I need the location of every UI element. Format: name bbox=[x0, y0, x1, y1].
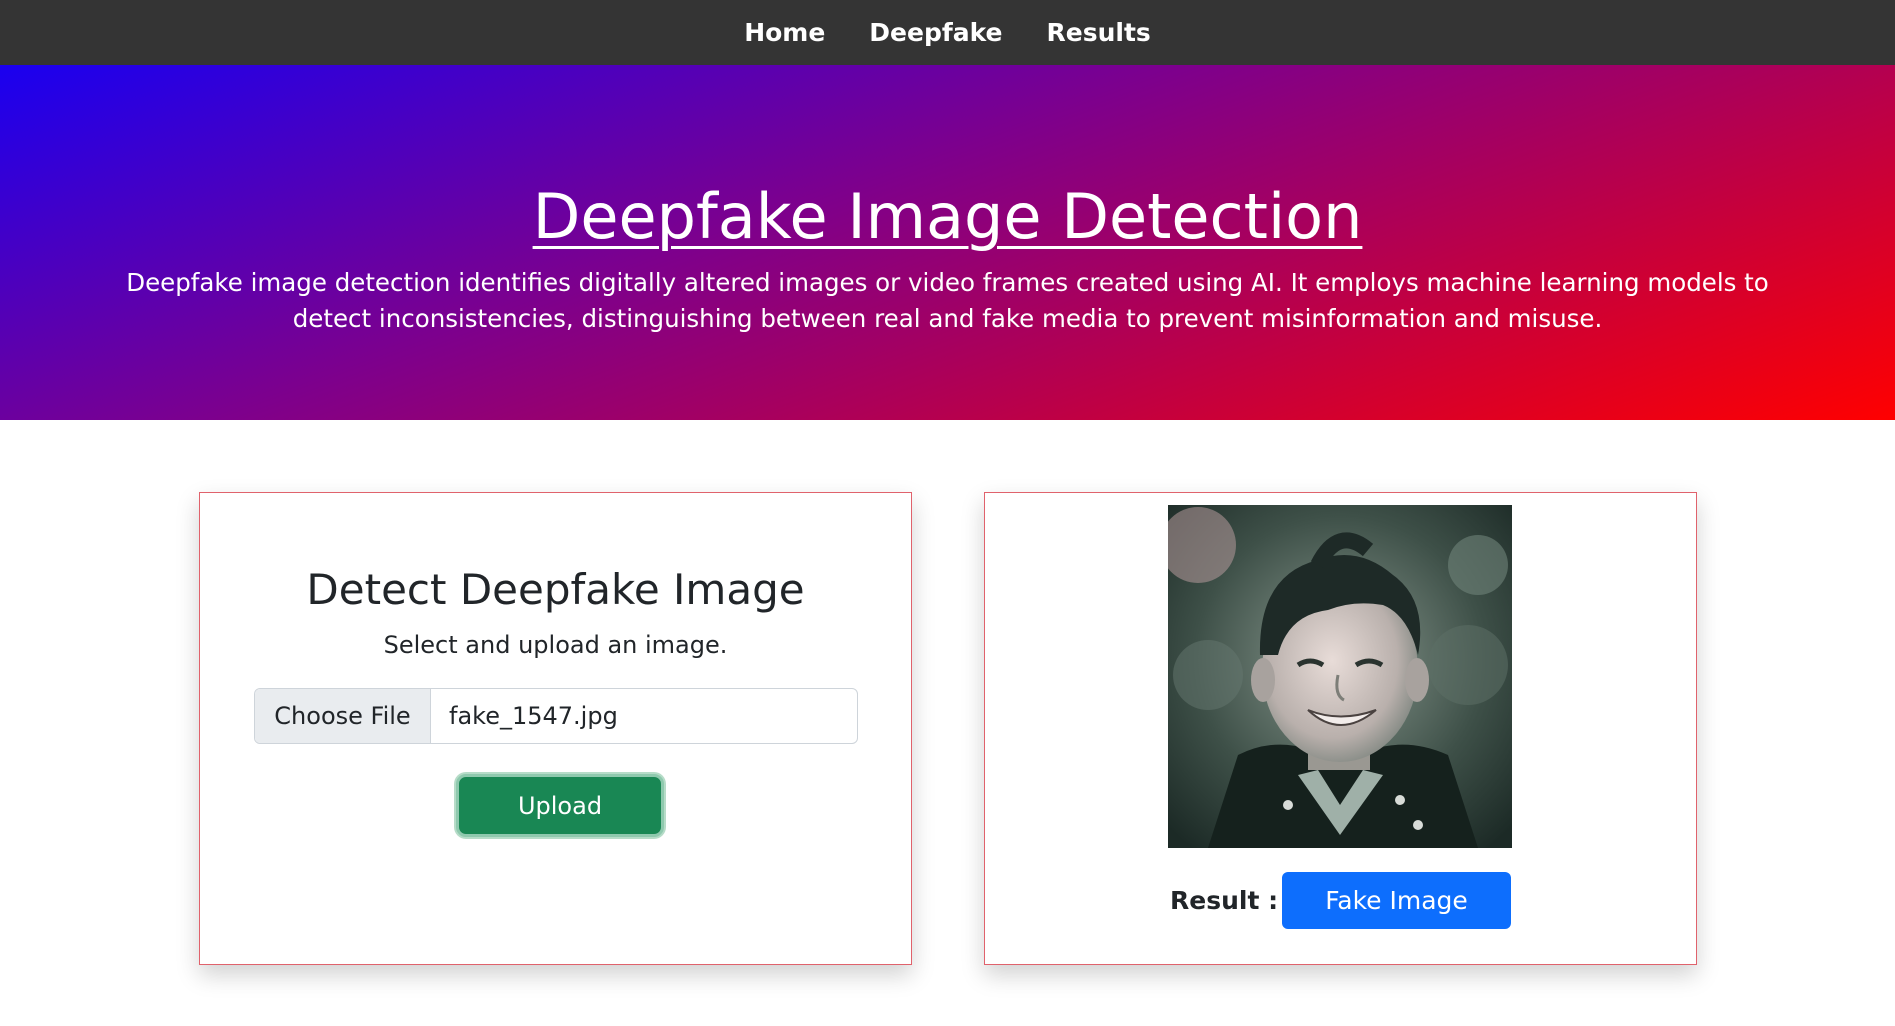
nav-home-link[interactable]: Home bbox=[744, 18, 825, 47]
selected-file-name: fake_1547.jpg bbox=[449, 702, 618, 730]
upload-button[interactable]: Upload bbox=[456, 774, 664, 837]
result-label: Result : bbox=[1170, 886, 1279, 915]
result-card: Result : Fake Image bbox=[984, 492, 1697, 965]
choose-file-button[interactable]: Choose File bbox=[255, 689, 431, 743]
hero-banner: Deepfake Image Detection Deepfake image … bbox=[0, 65, 1895, 420]
nav-results-link[interactable]: Results bbox=[1047, 18, 1151, 47]
hero-description: Deepfake image detection identifies digi… bbox=[126, 268, 1769, 333]
upload-card: Detect Deepfake Image Select and upload … bbox=[199, 492, 912, 965]
nav-links: Home Deepfake Results bbox=[722, 18, 1173, 47]
nav-deepfake-link[interactable]: Deepfake bbox=[869, 18, 1002, 47]
uploaded-image bbox=[1168, 505, 1512, 848]
top-navbar: Home Deepfake Results bbox=[0, 0, 1895, 65]
result-badge[interactable]: Fake Image bbox=[1282, 872, 1511, 929]
upload-card-title: Detect Deepfake Image bbox=[306, 565, 805, 614]
upload-card-subtitle: Select and upload an image. bbox=[383, 631, 728, 659]
hero-title: Deepfake Image Detection bbox=[532, 180, 1363, 253]
file-input[interactable]: Choose File fake_1547.jpg bbox=[254, 688, 858, 744]
